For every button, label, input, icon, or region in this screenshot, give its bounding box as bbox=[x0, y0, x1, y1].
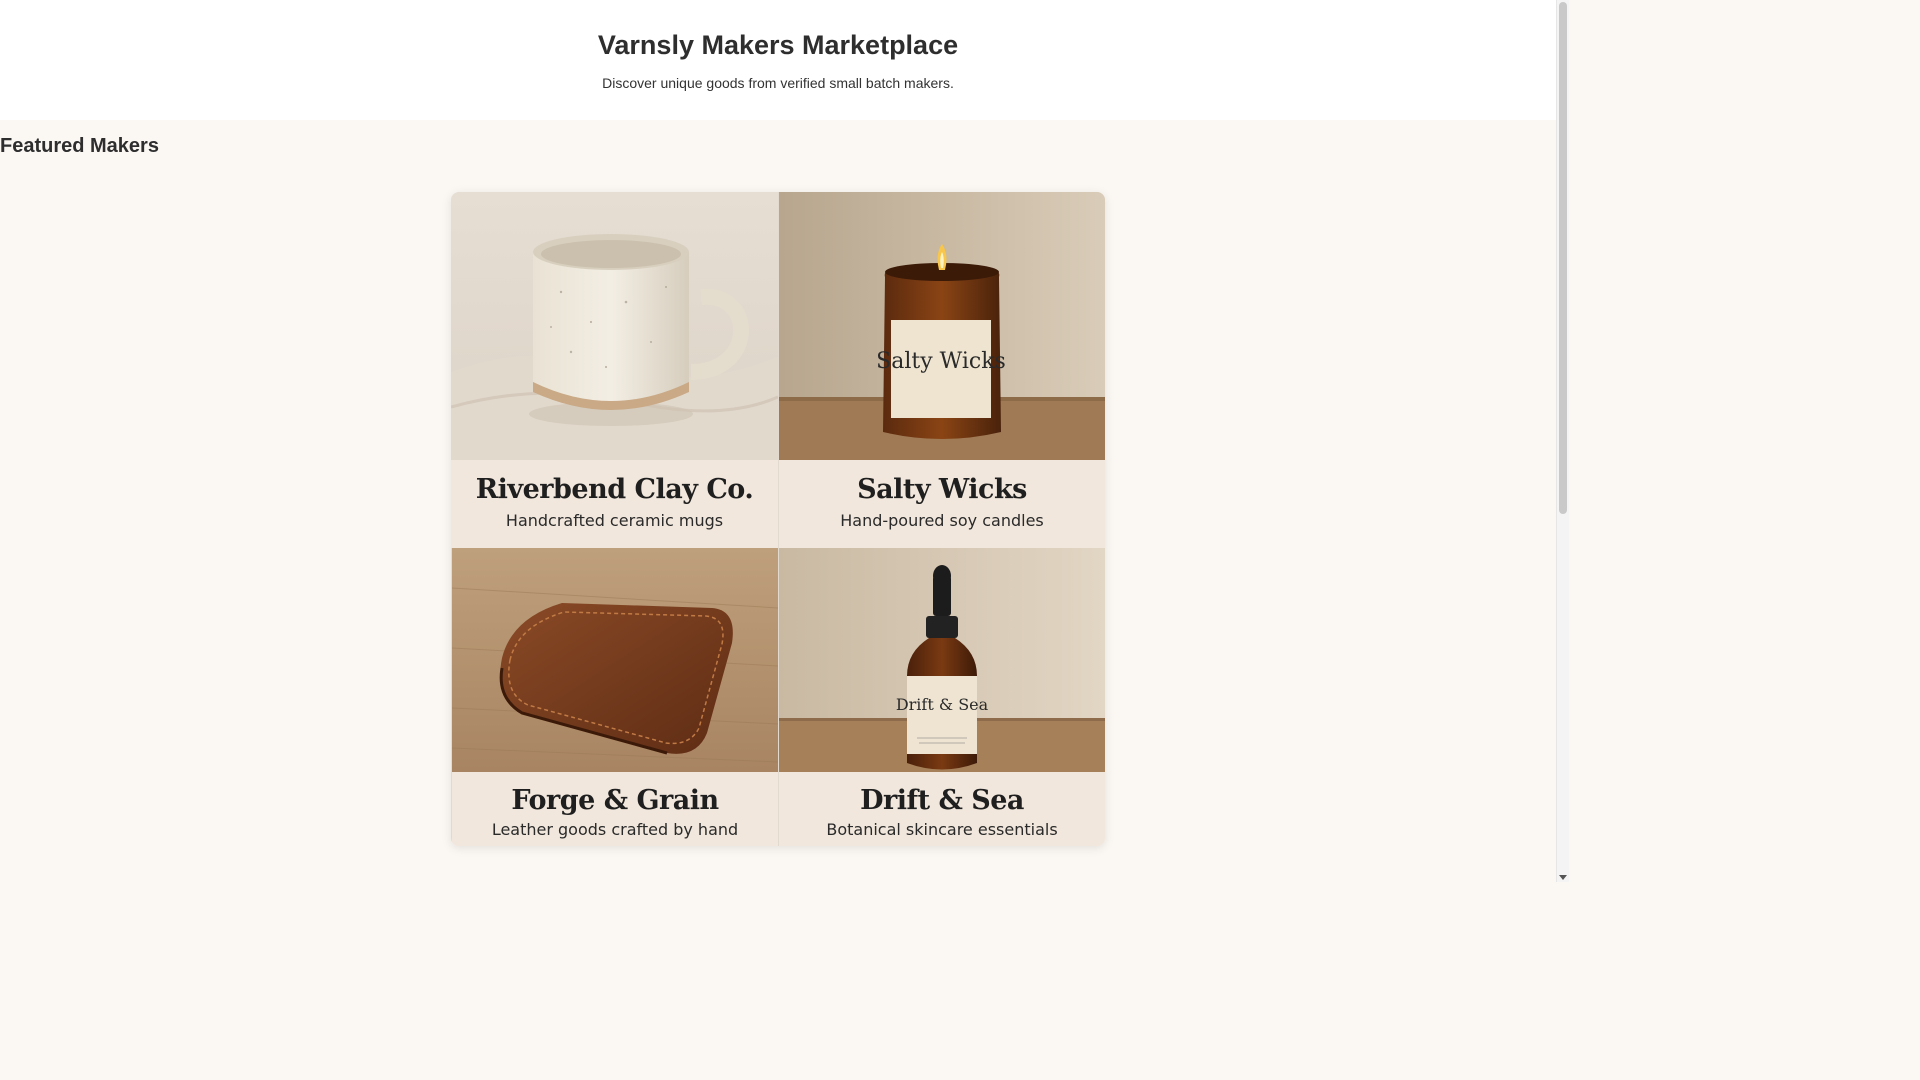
maker-tagline: Hand-poured soy candles bbox=[840, 511, 1044, 530]
page-subtitle: Discover unique goods from verified smal… bbox=[602, 75, 954, 91]
maker-card-riverbend[interactable]: Riverbend Clay Co. Handcrafted ceramic m… bbox=[451, 192, 778, 548]
site-header: Varnsly Makers Marketplace Discover uniq… bbox=[0, 0, 1556, 120]
maker-name: Drift & Sea bbox=[860, 785, 1024, 816]
dropper-bottle-icon: Drift & Sea bbox=[779, 548, 1105, 772]
page-title: Varnsly Makers Marketplace bbox=[597, 30, 959, 60]
bottle-label-text: Drift & Sea bbox=[896, 695, 989, 714]
featured-makers-heading: Featured Makers bbox=[0, 135, 159, 157]
maker-card-salty-wicks[interactable]: Salty Wicks Salty Wicks Hand-poured soy … bbox=[778, 192, 1105, 548]
maker-name: Riverbend Clay Co. bbox=[475, 474, 754, 505]
maker-caption: Forge & Grain Leather goods crafted by h… bbox=[452, 772, 778, 846]
jar-label-text: Salty Wicks bbox=[876, 349, 1006, 374]
featured-makers-image[interactable]: Riverbend Clay Co. Handcrafted ceramic m… bbox=[451, 192, 1105, 846]
maker-name: Forge & Grain bbox=[511, 785, 719, 816]
vertical-scrollbar[interactable] bbox=[1556, 0, 1569, 882]
maker-card-forge-grain[interactable]: Forge & Grain Leather goods crafted by h… bbox=[451, 548, 778, 846]
scrollbar-thumb[interactable] bbox=[1559, 2, 1567, 514]
ceramic-mug-icon bbox=[451, 192, 778, 460]
scroll-down-arrow-icon[interactable] bbox=[1559, 875, 1567, 880]
maker-tagline: Leather goods crafted by hand bbox=[491, 820, 739, 839]
maker-caption: Salty Wicks Hand-poured soy candles bbox=[779, 460, 1105, 548]
maker-card-drift-sea[interactable]: Drift & Sea Drift & Sea Botanical skinca… bbox=[778, 548, 1105, 846]
candle-jar-icon: Salty Wicks bbox=[779, 192, 1105, 460]
maker-caption: Drift & Sea Botanical skincare essential… bbox=[779, 772, 1105, 846]
maker-tagline: Botanical skincare essentials bbox=[826, 820, 1058, 839]
maker-name: Salty Wicks bbox=[857, 474, 1027, 505]
maker-tagline: Handcrafted ceramic mugs bbox=[505, 511, 724, 530]
maker-caption: Riverbend Clay Co. Handcrafted ceramic m… bbox=[451, 460, 778, 548]
leather-wallet-icon bbox=[452, 548, 778, 772]
